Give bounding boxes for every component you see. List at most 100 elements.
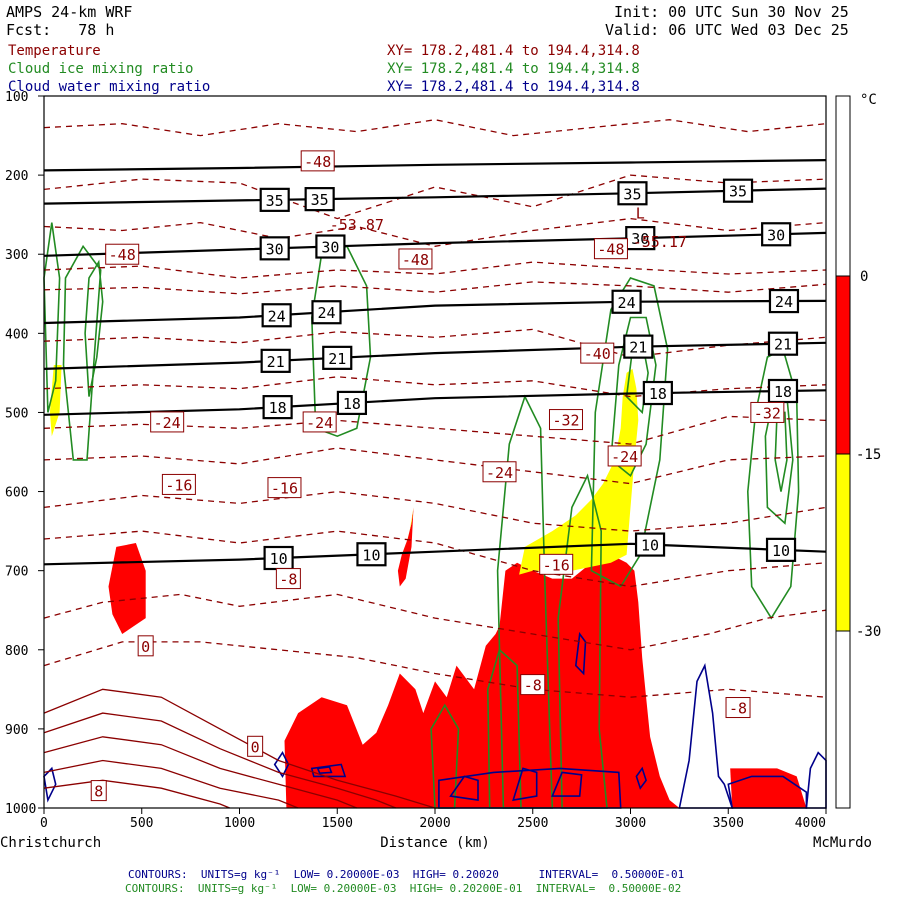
isoline-label-text: 18 bbox=[343, 395, 361, 413]
colorbar-top bbox=[835, 95, 851, 277]
colorbar-label-0: 0 bbox=[860, 269, 868, 285]
temperature-label: -8 bbox=[725, 697, 751, 719]
temperature-label: -48 bbox=[300, 150, 335, 172]
terrain-right bbox=[805, 751, 827, 809]
temperature-label: -32 bbox=[750, 401, 785, 423]
isoline bbox=[43, 341, 827, 370]
isoline-label: 30 bbox=[259, 236, 290, 261]
temperature-label: -8 bbox=[520, 674, 546, 696]
colorbar-label-30: -30 bbox=[856, 624, 881, 640]
isoline-label-text: 35 bbox=[729, 183, 747, 201]
isoline-label-text: 18 bbox=[649, 385, 667, 403]
temperature-dashed-contour bbox=[43, 376, 827, 398]
isoline-label: 35 bbox=[722, 178, 754, 203]
temperature-label: -32 bbox=[548, 409, 583, 431]
isoline-label: 30 bbox=[761, 222, 792, 247]
isoline-label: 21 bbox=[767, 331, 799, 356]
y-tick-label: 500 bbox=[5, 406, 28, 421]
isoline-label-text: 18 bbox=[774, 383, 792, 401]
temperature-label-text: L bbox=[636, 204, 645, 222]
isoline bbox=[43, 389, 827, 416]
isoline-label-text: 21 bbox=[774, 336, 792, 354]
temperature-label-text: -8 bbox=[524, 677, 542, 695]
isoline-label: 30 bbox=[315, 234, 346, 259]
isoline-label-text: 10 bbox=[270, 550, 288, 568]
temperature-label: -24 bbox=[302, 411, 337, 433]
y-tick-label: 200 bbox=[5, 169, 28, 184]
isoline-label: 24 bbox=[768, 288, 800, 314]
temperature-label-text: -53.87 bbox=[330, 216, 384, 234]
temperature-label-text: -48 bbox=[304, 153, 331, 171]
temperature-label-text: -40 bbox=[584, 345, 611, 363]
temperature-label-text: -24 bbox=[154, 414, 181, 432]
temperature-solid-contour bbox=[43, 779, 230, 809]
isoline-label: 24 bbox=[611, 289, 642, 314]
temperature-solid-contour bbox=[43, 759, 299, 809]
isoline-label: 10 bbox=[765, 537, 797, 562]
y-tick-label: 700 bbox=[5, 565, 28, 580]
x-start-label: Christchurch bbox=[0, 835, 101, 851]
colorbar-yellow bbox=[835, 453, 851, 632]
isoline-label: 21 bbox=[322, 345, 353, 370]
red-shading-patch bbox=[397, 507, 414, 587]
temperature-label-text: -16 bbox=[165, 476, 192, 494]
isoline-label-text: 30 bbox=[321, 239, 339, 257]
footer-contours-water: CONTOURS: UNITS=g kg⁻¹ LOW= 0.20000E-03 … bbox=[128, 868, 685, 881]
temperature-label: -53.87 bbox=[330, 216, 384, 234]
temperature-label: 0 bbox=[247, 735, 264, 757]
x-tick-label: 500 bbox=[130, 816, 153, 831]
x-tick-label: 1000 bbox=[224, 816, 255, 831]
temperature-dashed-contour bbox=[43, 261, 827, 279]
isoline bbox=[43, 542, 827, 566]
isoline-label: 18 bbox=[262, 395, 293, 420]
colorbar: °C 0 -15 -30 bbox=[835, 92, 881, 809]
isoline bbox=[43, 231, 827, 257]
isoline-label: 35 bbox=[304, 187, 335, 212]
temperature-label: 8 bbox=[90, 780, 107, 802]
black-isolines: 10 1010 1018 1818 1821 2121 2124 2424 2430 30 30 30… bbox=[43, 159, 827, 571]
isoline-label-text: 21 bbox=[328, 350, 346, 368]
colorbar-label-15: -15 bbox=[856, 447, 881, 463]
isoline-label-text: 18 bbox=[269, 399, 287, 417]
x-tick-label: 2000 bbox=[419, 816, 450, 831]
y-tick-label: 1000 bbox=[5, 802, 36, 817]
isoline-label-text: 35 bbox=[266, 192, 284, 210]
temperature-label: -55.17 bbox=[633, 233, 687, 251]
temperature-label: -24 bbox=[482, 461, 517, 483]
temperature-label: -16 bbox=[161, 473, 196, 495]
temperature-label-text: 0 bbox=[141, 638, 150, 656]
temperature-label-text: -24 bbox=[611, 448, 638, 466]
temperature-label-text: -16 bbox=[271, 480, 298, 498]
isoline-label: 18 bbox=[642, 380, 673, 406]
footer-contours-ice: CONTOURS: UNITS=g kg⁻¹ LOW= 0.20000E-03 … bbox=[125, 882, 682, 895]
x-tick-label: 3500 bbox=[713, 816, 744, 831]
temperature-dashed-contour bbox=[43, 119, 827, 137]
x-tick-label: 4000 bbox=[795, 816, 826, 831]
temperature-label-text: 8 bbox=[94, 783, 103, 801]
temperature-dashed-contour bbox=[43, 281, 827, 295]
isoline-label-text: 10 bbox=[362, 546, 380, 564]
temperature-label-text: -24 bbox=[306, 414, 333, 432]
y-tick-label: 600 bbox=[5, 486, 28, 501]
isoline-label: 18 bbox=[336, 390, 368, 416]
temperature-label-text: -32 bbox=[552, 412, 579, 430]
x-tick-label: 3000 bbox=[615, 816, 646, 831]
isoline bbox=[43, 187, 827, 205]
isoline-label-text: 35 bbox=[311, 191, 329, 209]
isoline-label: 10 bbox=[356, 542, 387, 567]
temperature-label-text: -48 bbox=[109, 246, 136, 264]
isoline-label: 18 bbox=[767, 378, 799, 404]
temperature-label: -48 bbox=[593, 238, 628, 260]
isoline-label: 35 bbox=[259, 187, 290, 212]
isoline-label-text: 24 bbox=[618, 294, 636, 312]
isoline-label-text: 10 bbox=[772, 542, 790, 560]
isoline-label-text: 21 bbox=[629, 339, 647, 357]
y-tick-label: 800 bbox=[5, 644, 28, 659]
isoline-label: 35 bbox=[617, 181, 648, 206]
temperature-label: -24 bbox=[150, 411, 185, 433]
temperature-label: -48 bbox=[398, 248, 433, 270]
temperature-label-text: -48 bbox=[402, 251, 429, 269]
temperature-label-text: -32 bbox=[754, 404, 781, 422]
temperature-dashed-contour bbox=[43, 593, 827, 651]
isoline-label-text: 21 bbox=[267, 353, 285, 371]
